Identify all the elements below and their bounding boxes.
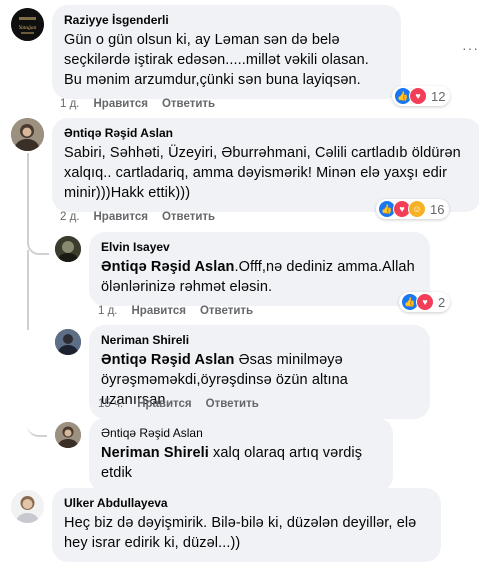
reaction-summary[interactable]: 👍 ♥ ☺ 16 xyxy=(376,199,450,219)
comment-time[interactable]: 2 д. xyxy=(60,211,80,223)
thread-line xyxy=(27,330,47,437)
comment-text: Gün o gün olsun ki, ay Ləman sən də belə… xyxy=(64,32,369,88)
care-icon: ☺ xyxy=(408,200,426,218)
reply-button[interactable]: Ответить xyxy=(206,398,259,410)
love-icon: ♥ xyxy=(409,87,427,105)
comment-actions: 2 д. Нравится Ответить xyxy=(60,211,215,223)
comment-author[interactable]: Elvin Isayev xyxy=(101,239,418,255)
comment-item: Yatağan Raziyye İsgenderli Gün o gün ols… xyxy=(11,5,401,99)
mention-link[interactable]: Əntiqə Rəşid Aslan xyxy=(101,259,234,275)
comment-actions: 1 д. Нравится Ответить xyxy=(60,98,215,110)
comment-author[interactable]: Əntiqə Rəşid Aslan xyxy=(64,125,469,141)
like-button[interactable]: Нравится xyxy=(137,398,191,410)
reaction-count: 2 xyxy=(438,294,446,310)
comment-text: Əntiqə Rəşid Aslan.Offf,nə dediniz amma.… xyxy=(101,257,418,297)
comment-bubble: Elvin Isayev Əntiqə Rəşid Aslan.Offf,nə … xyxy=(89,232,430,306)
like-button[interactable]: Нравится xyxy=(132,305,186,317)
comment-time[interactable]: 15 ч. xyxy=(98,398,123,410)
avatar-logo-icon: Yatağan xyxy=(11,8,44,41)
comment-bubble: Əntiqə Rəşid Aslan Neriman Shireli xalq … xyxy=(89,418,393,492)
comment-author[interactable]: Əntiqə Rəşid Aslan xyxy=(101,425,381,441)
avatar-photo-icon xyxy=(11,490,44,523)
avatar[interactable]: Yatağan xyxy=(11,8,44,41)
comment-text: Neriman Shireli xalq olaraq artıq vərdiş… xyxy=(101,443,381,483)
avatar-photo-icon xyxy=(55,422,81,448)
reply-button[interactable]: Ответить xyxy=(162,98,215,110)
reply-button[interactable]: Ответить xyxy=(162,211,215,223)
comment-author[interactable]: Raziyye İsgenderli xyxy=(64,12,389,28)
avatar[interactable] xyxy=(55,422,81,448)
comment-author[interactable]: Ulker Abdullayeva xyxy=(64,495,429,511)
reaction-summary[interactable]: 👍 ♥ 2 xyxy=(399,292,451,312)
comment-time[interactable]: 1 д. xyxy=(98,305,118,317)
avatar[interactable] xyxy=(11,490,44,523)
more-dots-icon[interactable]: ··· xyxy=(462,40,479,56)
reaction-count: 16 xyxy=(430,201,445,217)
comment-author[interactable]: Neriman Shireli xyxy=(101,332,418,348)
reaction-summary[interactable]: 👍 ♥ 12 xyxy=(392,86,451,106)
like-button[interactable]: Нравится xyxy=(94,211,148,223)
reply-item: Əntiqə Rəşid Aslan Neriman Shireli xalq … xyxy=(55,418,393,492)
reaction-count: 12 xyxy=(431,88,446,104)
svg-text:Yatağan: Yatağan xyxy=(19,24,37,31)
mention-link[interactable]: Neriman Shireli xyxy=(101,445,209,461)
avatar-photo-icon xyxy=(55,329,81,355)
avatar[interactable] xyxy=(55,329,81,355)
like-button[interactable]: Нравится xyxy=(94,98,148,110)
comment-actions: 1 д. Нравится Ответить xyxy=(98,305,253,317)
comment-actions: 15 ч. Нравится Ответить xyxy=(98,398,259,410)
comment-bubble: Raziyye İsgenderli Gün o gün olsun ki, a… xyxy=(52,5,401,99)
love-icon: ♥ xyxy=(416,293,434,311)
comment-item: Əntiqə Rəşid Aslan Sabiri, Səhhəti, Üzey… xyxy=(11,118,479,212)
avatar-photo-icon xyxy=(11,118,44,151)
avatar[interactable] xyxy=(11,118,44,151)
avatar-photo-icon xyxy=(55,236,81,262)
comment-text: Heç biz də dəyişmirik. Bilə-bilə ki, düz… xyxy=(64,515,417,551)
reply-item: Elvin Isayev Əntiqə Rəşid Aslan.Offf,nə … xyxy=(55,232,430,306)
avatar[interactable] xyxy=(55,236,81,262)
comment-item: Ulker Abdullayeva Heç biz də dəyişmirik.… xyxy=(11,488,441,562)
comment-bubble: Əntiqə Rəşid Aslan Sabiri, Səhhəti, Üzey… xyxy=(52,118,479,212)
comment-bubble: Ulker Abdullayeva Heç biz də dəyişmirik.… xyxy=(52,488,441,562)
comment-time[interactable]: 1 д. xyxy=(60,98,80,110)
reply-button[interactable]: Ответить xyxy=(200,305,253,317)
mention-link[interactable]: Əntiqə Rəşid Aslan xyxy=(101,352,234,368)
comment-text: Sabiri, Səhhəti, Üzeyiri, Əburrəhmani, C… xyxy=(64,145,461,201)
thread-line xyxy=(27,250,29,330)
